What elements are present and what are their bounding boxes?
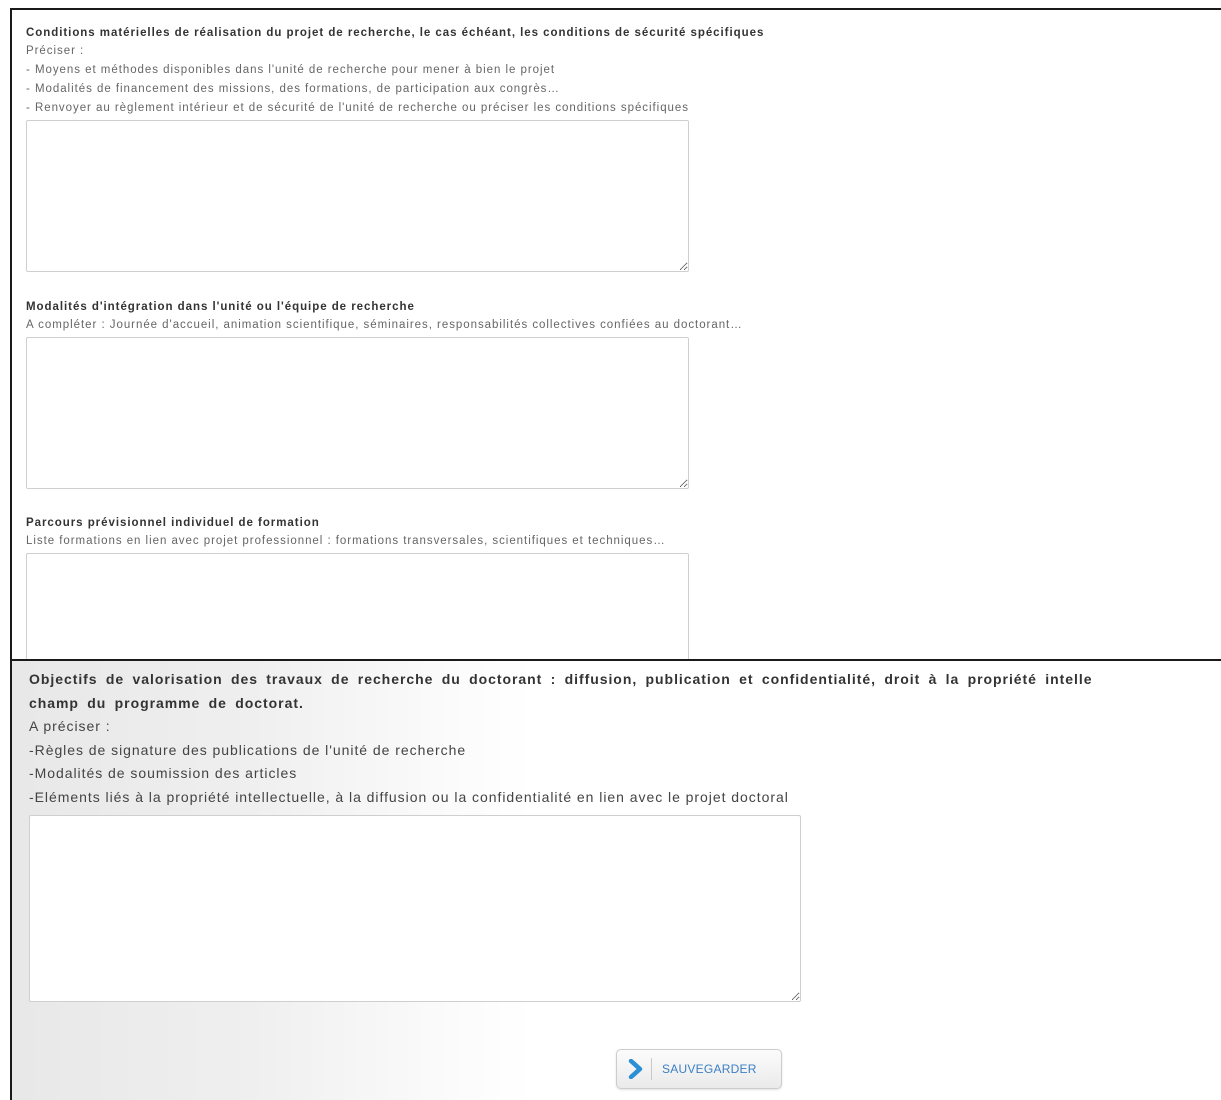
chevron-right-icon: [621, 1059, 651, 1079]
section-hint-line: - Renvoyer au règlement intérieur et de …: [26, 102, 689, 114]
conditions-materielles-textarea[interactable]: [26, 120, 689, 272]
section-hint-line: - Moyens et méthodes disponibles dans l'…: [26, 64, 556, 76]
section-hint-line: -Modalités de soumission des articles: [29, 765, 298, 781]
section-modalites-integration: Modalités d'intégration dans l'unité ou …: [26, 298, 1221, 489]
parcours-formation-textarea[interactable]: [26, 553, 689, 661]
save-button-label: SAUVEGARDER: [662, 1062, 757, 1076]
modalites-integration-textarea[interactable]: [26, 337, 689, 489]
save-button[interactable]: SAUVEGARDER: [616, 1049, 782, 1089]
form-panel-top: Conditions matérielles de réalisation du…: [10, 8, 1221, 661]
section-title: Modalités d'intégration dans l'unité ou …: [26, 301, 415, 313]
section-parcours-formation: Parcours prévisionnel individuel de form…: [26, 514, 1221, 661]
section-title: Parcours prévisionnel individuel de form…: [26, 517, 320, 529]
section-hint-line: A compléter : Journée d'accueil, animati…: [26, 319, 743, 331]
section-hint-line: A préciser :: [29, 718, 111, 734]
section-conditions-materielles: Conditions matérielles de réalisation du…: [26, 24, 1221, 272]
form-panel-bottom: Objectifs de valorisation des travaux de…: [10, 659, 1221, 1100]
section-hint-line: - Modalités de financement des missions,…: [26, 83, 560, 95]
section-objectifs-valorisation: Objectifs de valorisation des travaux de…: [29, 667, 1221, 1002]
section-hint-line: -Règles de signature des publications de…: [29, 741, 467, 758]
objectifs-valorisation-textarea[interactable]: [29, 815, 801, 1002]
button-divider: [651, 1058, 652, 1080]
section-title-continued: champ du programme de doctorat.: [29, 695, 304, 711]
section-hint-line: -Eléments liés à la propriété intellectu…: [29, 788, 789, 805]
section-hint-line: Préciser :: [26, 45, 85, 57]
section-hint-line: Liste formations en lien avec projet pro…: [26, 535, 666, 547]
section-title: Objectifs de valorisation des travaux de…: [29, 671, 1093, 687]
section-title: Conditions matérielles de réalisation du…: [26, 27, 765, 39]
